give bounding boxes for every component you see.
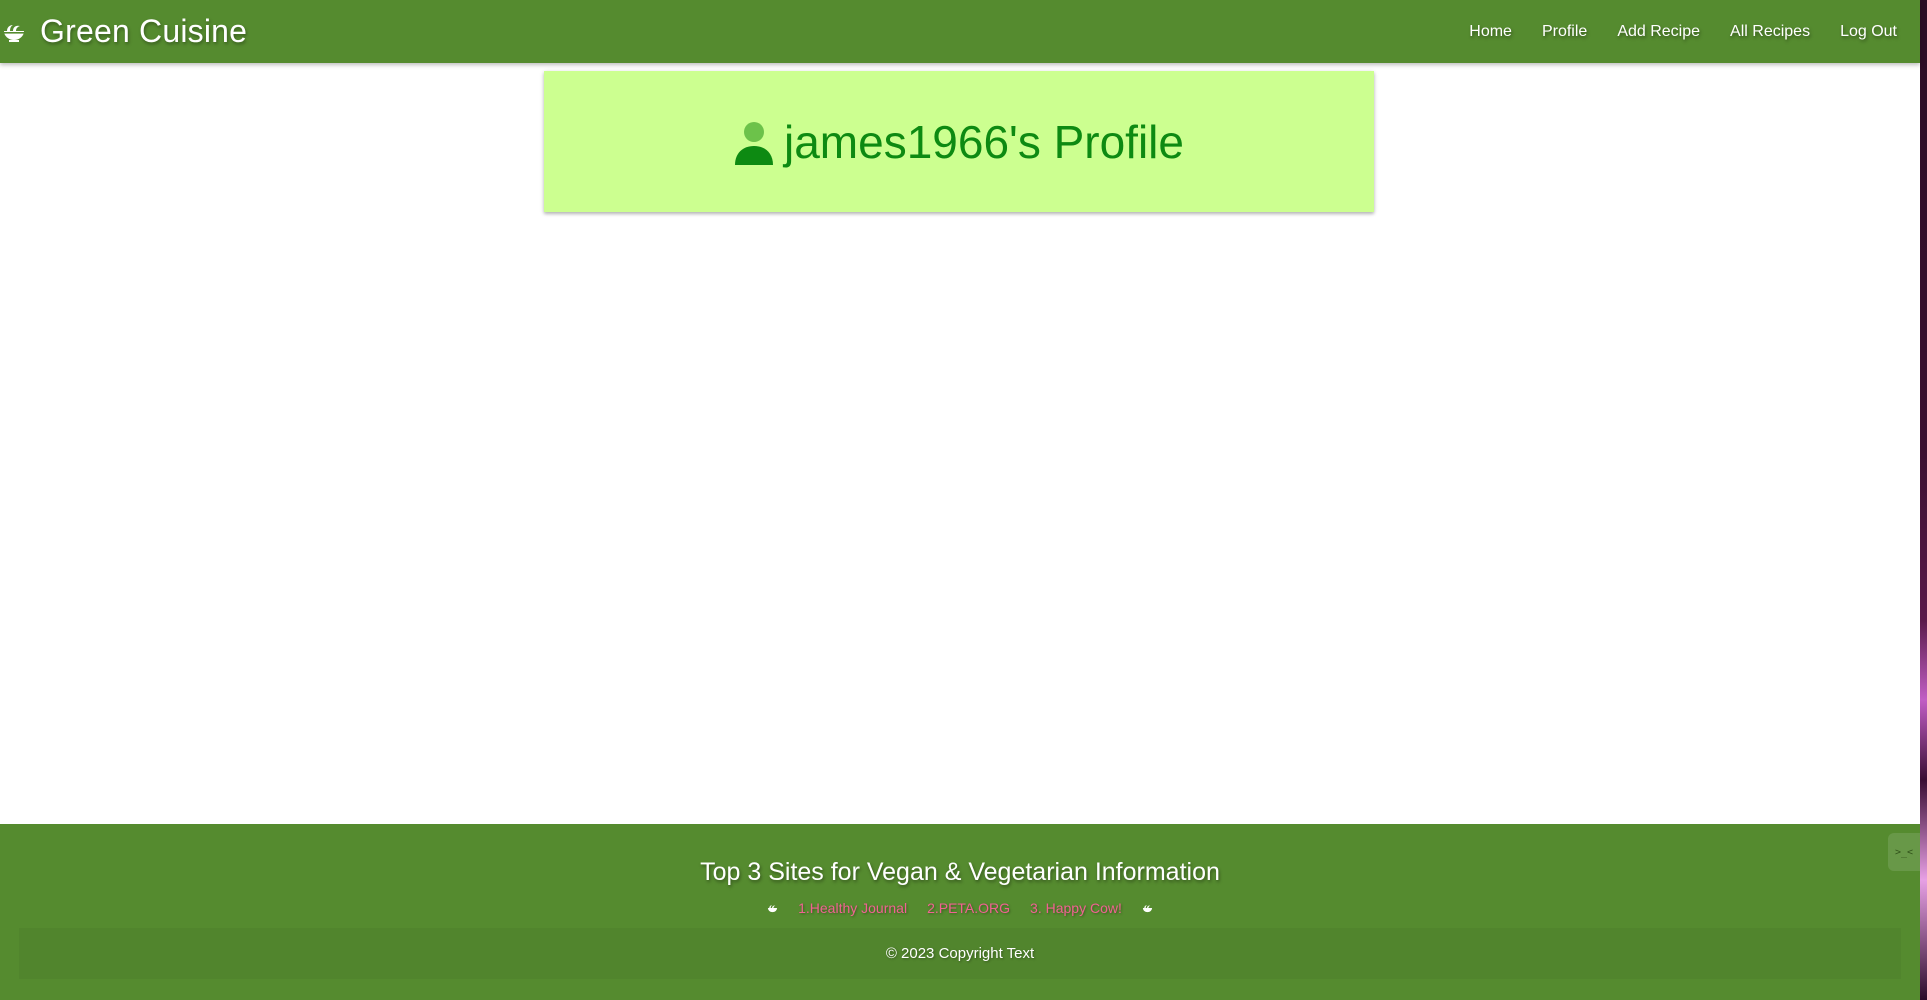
window-edge-strip [1920, 0, 1927, 1000]
brand-logo-link[interactable]: Green Cuisine [0, 0, 247, 63]
nav-link-add-recipe[interactable]: Add Recipe [1602, 23, 1715, 41]
footer: Top 3 Sites for Vegan & Vegetarian Infor… [0, 824, 1920, 1000]
copyright-text: © 2023 Copyright Text [885, 945, 1035, 962]
footer-link-happy-cow[interactable]: 3. Happy Cow! [1030, 900, 1122, 916]
profile-title-text: james1966's Profile [784, 115, 1184, 168]
salad-bowl-icon [0, 18, 28, 46]
footer-title: Top 3 Sites for Vegan & Vegetarian Infor… [700, 858, 1220, 886]
page: Green Cuisine Home Profile Add Recipe Al… [0, 0, 1920, 1000]
footer-link-peta[interactable]: 2.PETA.ORG [927, 900, 1010, 916]
footer-link-healthy-journal[interactable]: 1.Healthy Journal [798, 900, 907, 916]
brand-name: Green Cuisine [40, 13, 248, 49]
salad-bowl-icon [766, 902, 778, 914]
person-icon [734, 121, 774, 167]
nav-link-log-out[interactable]: Log Out [1825, 23, 1912, 41]
top-navbar: Green Cuisine Home Profile Add Recipe Al… [0, 0, 1920, 63]
copyright-bar: © 2023 Copyright Text [19, 928, 1901, 979]
profile-header-card: james1966's Profile [544, 71, 1374, 212]
nav-menu: Home Profile Add Recipe All Recipes Log … [1454, 0, 1920, 63]
nav-link-profile[interactable]: Profile [1527, 23, 1602, 41]
console-toggle-tab[interactable]: >_< [1888, 833, 1920, 871]
salad-bowl-icon [1142, 902, 1154, 914]
nav-link-all-recipes[interactable]: All Recipes [1715, 23, 1825, 41]
nav-link-home[interactable]: Home [1454, 23, 1527, 41]
profile-title: james1966's Profile [734, 115, 1184, 169]
footer-links: 1.Healthy Journal 2.PETA.ORG 3. Happy Co… [0, 900, 1920, 916]
